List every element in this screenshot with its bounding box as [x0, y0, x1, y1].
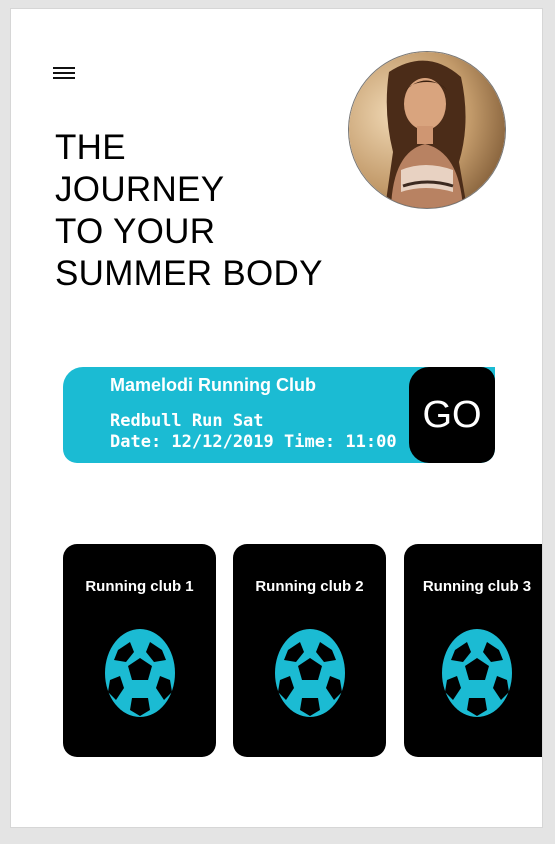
headline-line-2: JOURNEY [55, 170, 225, 209]
club-card-1[interactable]: Running club 1 [63, 544, 216, 757]
club-card-label: Running club 1 [85, 578, 194, 595]
event-card[interactable]: Mamelodi Running Club Redbull Run Sat Da… [63, 367, 495, 463]
profile-avatar[interactable] [348, 51, 506, 209]
club-card-label: Running club 2 [255, 578, 364, 595]
event-name: Redbull Run Sat [110, 411, 264, 431]
club-card-label: Running club 3 [422, 578, 532, 595]
soccer-ball-icon [104, 629, 175, 717]
headline-line-1: THE [55, 128, 126, 167]
headline: THE JOURNEY TO YOUR SUMMER BODY [55, 127, 323, 295]
hamburger-menu-icon[interactable] [53, 67, 75, 81]
headline-line-3: TO YOUR [55, 212, 216, 251]
event-details: Date: 12/12/2019 Time: 11:00 [110, 432, 397, 452]
app-screen: THE JOURNEY TO YOUR SUMMER BODY Mamelodi… [11, 9, 542, 827]
event-club-name: Mamelodi Running Club [110, 375, 316, 395]
headline-line-4: SUMMER BODY [55, 254, 323, 293]
avatar-photo [349, 52, 505, 208]
soccer-ball-icon [274, 629, 345, 717]
club-card-2[interactable]: Running club 2 [233, 544, 386, 757]
club-card-3[interactable]: Running club 3 [404, 544, 542, 757]
go-button[interactable]: GO [409, 367, 495, 463]
soccer-ball-icon [442, 629, 512, 717]
